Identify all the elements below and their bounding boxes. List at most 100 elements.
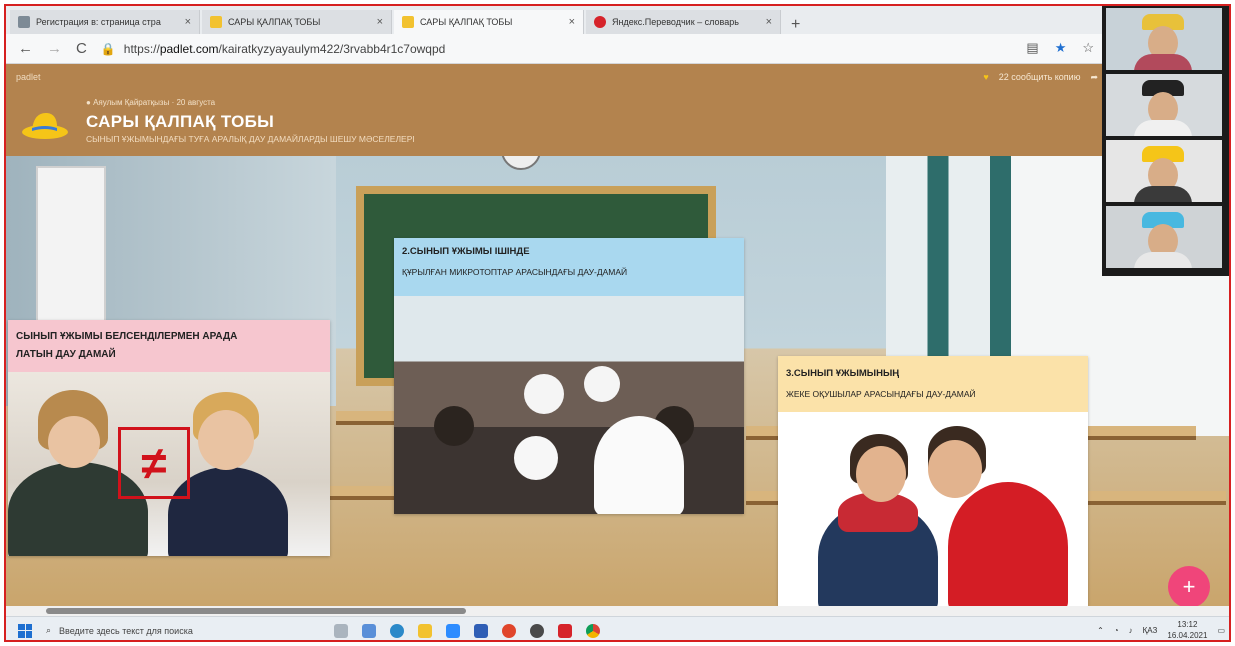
participant-video-tile[interactable] xyxy=(1106,74,1222,136)
post-meta: ● Аяулым Қайратқызы · 20 августа xyxy=(86,98,216,107)
boy-red-body xyxy=(948,482,1068,606)
taskbar-clock[interactable]: 13:12 16.04.2021 xyxy=(1167,619,1208,640)
card-title: 3.СЫНЫП ҰЖЫМЫНЫҢ xyxy=(786,368,900,379)
lock-icon: 🔒 xyxy=(100,41,116,56)
tab-label: Яндекс.Переводчик – словарь xyxy=(612,17,739,27)
participant-video-tile[interactable] xyxy=(1106,8,1222,70)
card-subtitle: ҚҰРЫЛҒАН МИКРОТОПТАР АРАСЫНДАҒЫ ДАУ-ДАМА… xyxy=(402,267,628,277)
wall-clock xyxy=(501,156,541,170)
participant-body xyxy=(1134,120,1192,136)
tab-label: САРЫ ҚАЛПАҚ ТОБЫ xyxy=(420,17,513,27)
card-header: СЫНЫП ҰЖЫМЫ БЕЛСЕНДІЛЕРМЕН АРАДА ЛАТЫН Д… xyxy=(8,320,330,372)
close-icon[interactable]: × xyxy=(185,16,191,28)
tray-chevron-icon[interactable]: ⌃ xyxy=(1097,626,1104,635)
back-arrow-icon[interactable]: ← xyxy=(18,40,33,57)
padlet-brand[interactable]: padlet xyxy=(16,72,41,82)
taskbar-search[interactable]: ⌕ Введите здесь текст для поиска xyxy=(46,620,326,641)
card-subtitle: ЛАТЫН ДАУ ДАМАЙ xyxy=(16,349,116,360)
yellow-hat-icon xyxy=(22,112,68,139)
url-prefix: https:// xyxy=(123,41,160,56)
author-name: Аяулым Қайратқызы xyxy=(93,98,170,107)
search-placeholder: Введите здесь текст для поиска xyxy=(59,625,193,636)
card-header: 3.СЫНЫП ҰЖЫМЫНЫҢ ЖЕКЕ ОҚУШЫЛАР АРАСЫНДАҒ… xyxy=(778,356,1088,412)
clock-date: 16.04.2021 xyxy=(1167,631,1208,640)
edge-icon[interactable] xyxy=(390,623,404,638)
padlet-icon xyxy=(402,16,414,28)
participant-body xyxy=(1134,252,1192,268)
boy-right-face xyxy=(198,410,254,470)
boy-red-face xyxy=(928,440,982,498)
system-tray: ⌃ ◔ ♪ ҚАЗ 13:12 16.04.2021 ▭ xyxy=(1097,619,1225,640)
participant-body xyxy=(1134,186,1192,202)
horizontal-scrollbar[interactable] xyxy=(6,606,1229,616)
clock-time: 13:12 xyxy=(1177,620,1198,629)
post-date: 20 августа xyxy=(176,98,216,107)
file-explorer-icon[interactable] xyxy=(418,623,432,638)
app-icon[interactable] xyxy=(502,623,516,638)
not-equal-icon: ≠ xyxy=(118,427,190,499)
address-bar: ← → C 🔒 https://padlet.com/kairatkyzyaya… xyxy=(6,34,1106,64)
padlet-icon xyxy=(210,16,222,28)
forward-arrow-icon[interactable]: → xyxy=(47,40,62,57)
app-icon[interactable] xyxy=(530,623,544,638)
taskbar-apps xyxy=(334,623,600,638)
card-photo: ≠ xyxy=(8,372,330,556)
student-head xyxy=(584,366,620,402)
browser-tab[interactable]: Регистрация в: страница стра × xyxy=(10,10,200,34)
participant-video-tile[interactable] xyxy=(1106,140,1222,202)
windows-taskbar: ⌕ Введите здесь текст для поиска ⌃ ◔ ♪ Қ… xyxy=(6,616,1229,641)
post-card[interactable]: 3.СЫНЫП ҰЖЫМЫНЫҢ ЖЕКЕ ОҚУШЫЛАР АРАСЫНДАҒ… xyxy=(778,356,1088,606)
card-photo xyxy=(394,296,744,514)
whiteboard-stand xyxy=(36,166,106,326)
add-post-button[interactable]: + xyxy=(1168,566,1210,608)
padlet-title: САРЫ ҚАЛПАҚ ТОБЫ xyxy=(86,112,275,131)
tab-label: САРЫ ҚАЛПАҚ ТОБЫ xyxy=(228,17,321,27)
windows-start-icon[interactable] xyxy=(18,623,32,638)
scrollbar-thumb[interactable] xyxy=(46,608,466,614)
video-participants-panel xyxy=(1102,6,1229,276)
close-icon[interactable]: × xyxy=(377,16,383,28)
network-icon[interactable]: ◔ xyxy=(1114,626,1119,635)
student-head xyxy=(514,436,558,480)
desk xyxy=(336,411,396,425)
card-photo xyxy=(778,412,1088,606)
app-icon[interactable] xyxy=(558,623,572,638)
browser-tab[interactable]: САРЫ ҚАЛПАҚ ТОБЫ × xyxy=(202,10,392,34)
header-actions: ♥ 22 сообщить копию ➦ xyxy=(983,72,1098,83)
yandex-translate-icon xyxy=(594,16,606,28)
reload-icon[interactable]: C xyxy=(76,40,87,57)
student-body xyxy=(594,416,684,514)
app-icon[interactable] xyxy=(362,623,376,638)
card-title: 2.СЫНЫП ҰЖЫМЫ ІШІНДЕ xyxy=(402,246,530,257)
notifications-icon[interactable]: ▭ xyxy=(1217,626,1225,635)
favorites-icon[interactable]: ☆ xyxy=(1082,40,1094,56)
heart-icon[interactable]: ♥ xyxy=(983,72,988,83)
post-card[interactable]: СЫНЫП ҰЖЫМЫ БЕЛСЕНДІЛЕРМЕН АРАДА ЛАТЫН Д… xyxy=(8,320,330,556)
page-icon xyxy=(18,16,30,28)
browser-tab[interactable]: Яндекс.Переводчик – словарь × xyxy=(586,10,781,34)
share-icon[interactable]: ➦ xyxy=(1090,72,1098,83)
close-icon[interactable]: × xyxy=(569,16,575,28)
author-avatar-icon: ● xyxy=(86,98,91,107)
post-card[interactable]: 2.СЫНЫП ҰЖЫМЫ ІШІНДЕ ҚҰРЫЛҒАН МИКРОТОПТА… xyxy=(394,238,744,514)
volume-icon[interactable]: ♪ xyxy=(1129,626,1133,635)
boy-left-face xyxy=(48,416,100,468)
participant-video-tile[interactable] xyxy=(1106,206,1222,268)
card-title: СЫНЫП ҰЖЫМЫ БЕЛСЕНДІЛЕРМЕН АРАДА xyxy=(16,331,238,342)
card-header: 2.СЫНЫП ҰЖЫМЫ ІШІНДЕ ҚҰРЫЛҒАН МИКРОТОПТА… xyxy=(394,238,744,296)
close-icon[interactable]: × xyxy=(766,16,772,28)
reader-view-icon[interactable]: ▤ xyxy=(1026,40,1038,56)
url-field[interactable]: 🔒 https://padlet.com/kairatkyzyayaulym42… xyxy=(101,42,445,56)
task-view-icon[interactable] xyxy=(334,623,348,638)
browser-tab-bar: Регистрация в: страница стра × САРЫ ҚАЛП… xyxy=(6,6,1106,34)
browser-tab-active[interactable]: САРЫ ҚАЛПАҚ ТОБЫ × xyxy=(394,10,584,34)
new-tab-icon[interactable]: + xyxy=(783,16,808,34)
url-host: padlet.com xyxy=(159,41,219,56)
favorite-star-icon[interactable]: ★ xyxy=(1055,40,1067,56)
language-indicator[interactable]: ҚАЗ xyxy=(1143,626,1158,635)
zoom-icon[interactable] xyxy=(446,623,460,638)
app-b-icon[interactable] xyxy=(474,623,488,638)
share-text[interactable]: 22 сообщить копию xyxy=(999,72,1081,83)
search-icon: ⌕ xyxy=(46,625,52,635)
chrome-icon[interactable] xyxy=(586,623,600,638)
